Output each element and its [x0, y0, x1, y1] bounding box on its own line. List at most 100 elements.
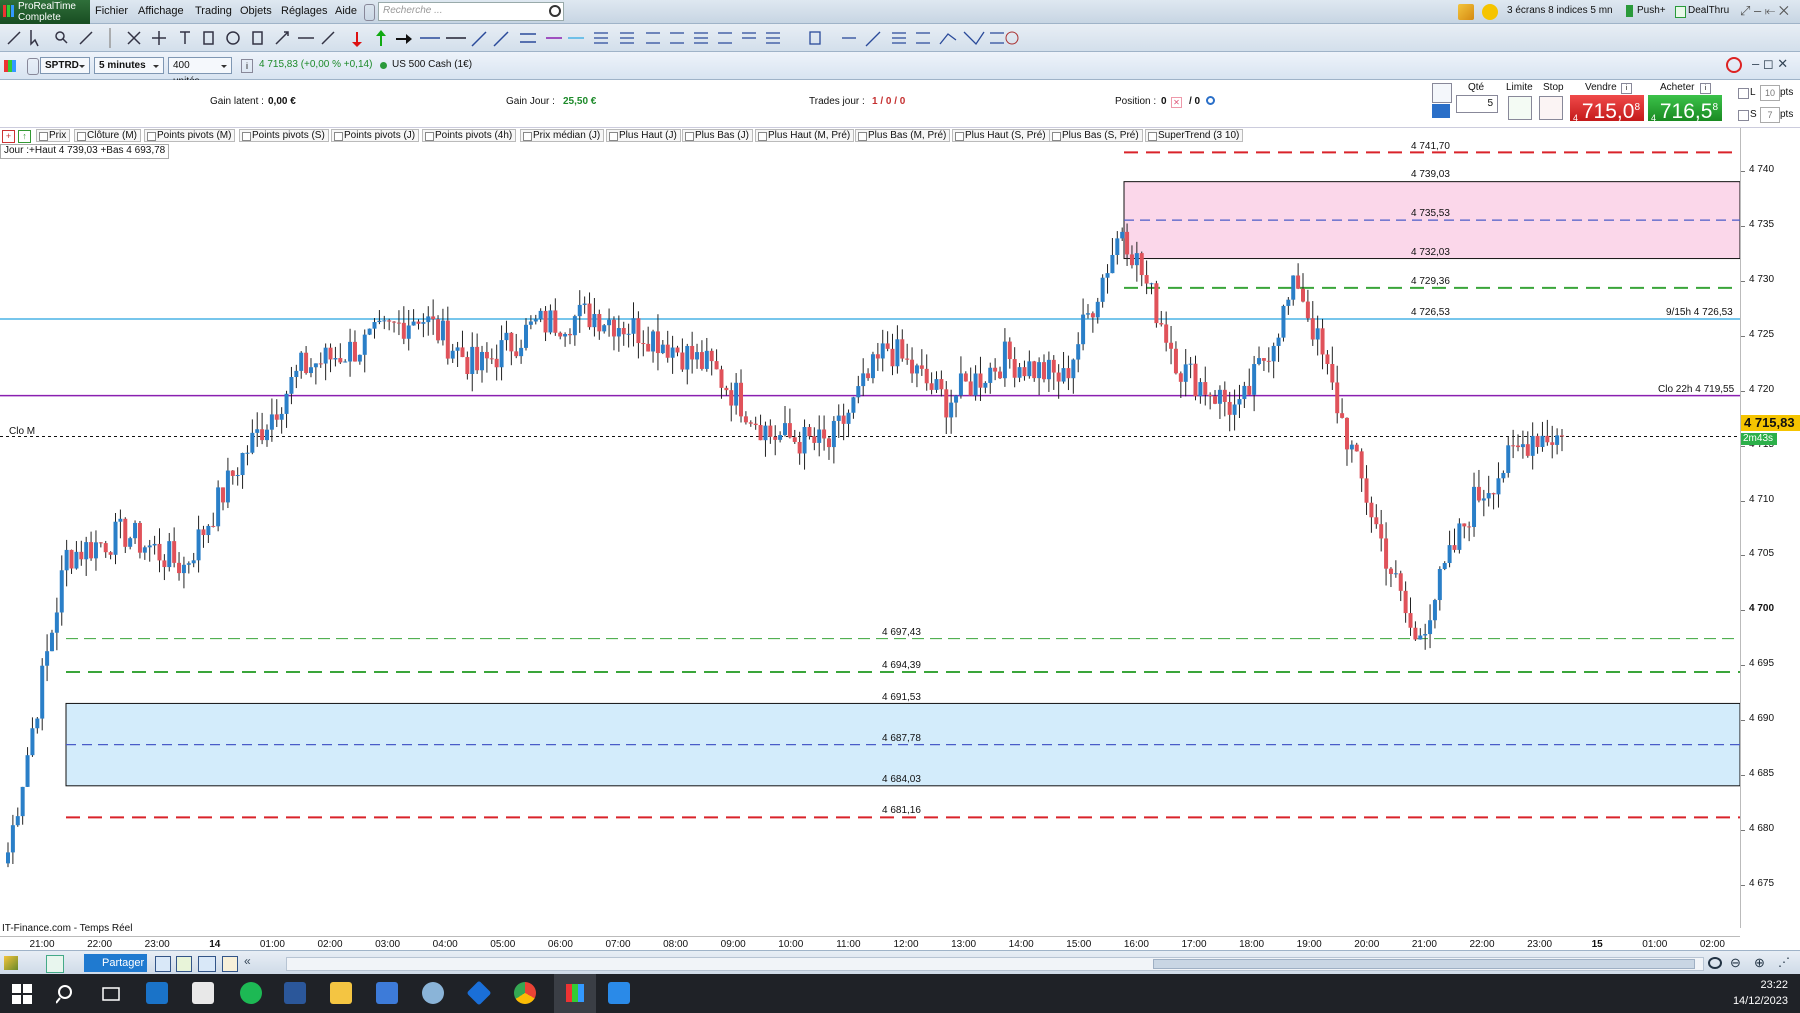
- close-position-icon[interactable]: ✕: [1171, 97, 1182, 108]
- limit-button[interactable]: [1508, 96, 1532, 120]
- indicator-prix[interactable]: Prix: [36, 129, 71, 142]
- share-button[interactable]: Partager: [84, 954, 147, 972]
- layout-selector[interactable]: 3 écrans 8 indices 5 mn: [1507, 5, 1613, 16]
- menu-affichage[interactable]: Affichage: [138, 5, 184, 17]
- search-icon[interactable]: [549, 5, 561, 17]
- search-input[interactable]: Recherche ...: [378, 2, 564, 21]
- timeframe-select[interactable]: 5 minutes: [94, 57, 164, 74]
- settings-icon[interactable]: [222, 956, 238, 972]
- candle: [177, 552, 182, 581]
- info-icon[interactable]: i: [241, 59, 253, 73]
- chart-type-icon[interactable]: [4, 60, 16, 72]
- horizontal-scrollbar[interactable]: [286, 957, 1704, 971]
- limit-pts-input[interactable]: 10: [1760, 85, 1780, 101]
- scrollbar-thumb[interactable]: [1153, 959, 1695, 969]
- search-taskbar-icon[interactable]: [56, 984, 76, 1004]
- candle: [382, 315, 387, 330]
- code-app-icon[interactable]: [466, 980, 492, 1006]
- sell-button[interactable]: 4 715,08: [1570, 95, 1644, 123]
- sell-info-icon[interactable]: i: [1621, 83, 1632, 94]
- menu-trading[interactable]: Trading: [195, 5, 232, 17]
- window-controls-icon[interactable]: ⤢ – ⇤ ✕: [1740, 3, 1789, 19]
- stop-pts-input[interactable]: 7: [1760, 107, 1780, 123]
- buy-button[interactable]: 4 716,58: [1648, 95, 1722, 123]
- zoom-fit-icon[interactable]: [1708, 957, 1722, 969]
- indicator-plus-haut-s-pre[interactable]: Plus Haut (S, Pré): [952, 129, 1050, 142]
- indicator-pivots-4h[interactable]: Points pivots (4h): [422, 129, 517, 142]
- add-chart-icon[interactable]: [46, 955, 64, 973]
- chart-tool-icon[interactable]: [4, 956, 18, 970]
- order-tool-icon[interactable]: [1432, 83, 1452, 103]
- price-tick-mark: [1741, 555, 1745, 557]
- window-icon[interactable]: [198, 956, 216, 972]
- indicator-plus-haut-m-pre[interactable]: Plus Haut (M, Pré): [755, 129, 855, 142]
- gear-app-icon[interactable]: [422, 982, 444, 1004]
- screenshot-icon[interactable]: [155, 956, 171, 972]
- search-toggle-icon[interactable]: [364, 4, 375, 21]
- candle: [1007, 337, 1012, 369]
- dealthru-button[interactable]: DealThru: [1688, 5, 1729, 16]
- store-icon[interactable]: [146, 982, 168, 1004]
- paint-icon[interactable]: [608, 982, 630, 1004]
- up-arrow-icon[interactable]: ↑: [18, 130, 31, 143]
- indicator-pivots-m[interactable]: Points pivots (M): [144, 129, 236, 142]
- add-indicator-icon[interactable]: +: [2, 130, 15, 143]
- stop-pts-checkbox[interactable]: [1738, 110, 1749, 121]
- indicator-plus-bas-m-pre[interactable]: Plus Bas (M, Pré): [855, 129, 951, 142]
- orders-icon[interactable]: [1206, 96, 1215, 105]
- refresh-icon[interactable]: [1726, 57, 1742, 73]
- qty-input[interactable]: 5: [1456, 95, 1498, 113]
- indicator-cloture-m[interactable]: Clôture (M): [74, 129, 142, 142]
- units-select[interactable]: 400 unités: [168, 57, 232, 87]
- menu-objets[interactable]: Objets: [240, 5, 272, 17]
- chart-window-controls-icon[interactable]: – ◻ ✕: [1752, 56, 1788, 72]
- candle: [1452, 528, 1457, 553]
- time-axis[interactable]: 21:00 22:00 23:00 14 01:00 02:00 03:00 04:00 05:…: [0, 936, 1740, 951]
- files-icon[interactable]: [192, 982, 214, 1004]
- limit-pts-checkbox[interactable]: [1738, 88, 1749, 99]
- indicator-plus-haut-j[interactable]: Plus Haut (J): [606, 129, 681, 142]
- candle: [377, 310, 382, 325]
- zoom-settings-icon[interactable]: ⋰: [1778, 955, 1790, 969]
- indicator-plus-bas-j[interactable]: Plus Bas (J): [682, 129, 753, 142]
- explorer-icon[interactable]: [330, 982, 352, 1004]
- candle: [1198, 378, 1203, 404]
- indicator-prix-median-j[interactable]: Prix médian (J): [520, 129, 605, 142]
- symbol-select[interactable]: SPTRD: [40, 57, 90, 74]
- drawing-tools-icons[interactable]: [0, 24, 1020, 52]
- zoom-in-icon[interactable]: ⊕: [1754, 955, 1765, 971]
- candle: [1188, 356, 1193, 379]
- candle: [1110, 238, 1115, 274]
- prorealtime-taskbar-button[interactable]: [554, 974, 596, 1013]
- export-icon[interactable]: [176, 956, 192, 972]
- lock-icon[interactable]: [27, 58, 39, 75]
- keyboard-icon[interactable]: [1432, 104, 1450, 118]
- level-label: 4 691,53: [882, 692, 921, 703]
- menu-reglages[interactable]: Réglages: [281, 5, 327, 17]
- alert-icon[interactable]: [1458, 4, 1474, 20]
- indicator-plus-bas-s-pre[interactable]: Plus Bas (S, Pré): [1049, 129, 1143, 142]
- scroll-left-icon[interactable]: «: [244, 954, 251, 968]
- push-button[interactable]: Push+: [1637, 5, 1666, 16]
- price-chart[interactable]: [0, 128, 1740, 928]
- candle: [968, 367, 973, 396]
- stop-button[interactable]: [1539, 96, 1563, 120]
- menu-fichier[interactable]: Fichier: [95, 5, 128, 17]
- level-label: 4 687,78: [882, 733, 921, 744]
- purple-line-label: Clo 22h 4 719,55: [1658, 384, 1735, 395]
- indicator-pivots-s[interactable]: Points pivots (S): [239, 129, 329, 142]
- price-axis[interactable]: 4 7404 7354 7304 7254 7204 7154 7104 705…: [1740, 128, 1800, 928]
- chrome-icon[interactable]: [514, 982, 536, 1004]
- start-icon[interactable]: [12, 984, 32, 1004]
- indicator-supertrend[interactable]: SuperTrend (3 10): [1145, 129, 1244, 142]
- indicator-pivots-j[interactable]: Points pivots (J): [331, 129, 420, 142]
- task-view-icon[interactable]: [101, 984, 121, 1004]
- word-icon[interactable]: [284, 982, 306, 1004]
- notification-icon[interactable]: [1482, 4, 1498, 20]
- buy-info-icon[interactable]: i: [1700, 83, 1711, 94]
- calculator-icon[interactable]: [376, 982, 398, 1004]
- zoom-out-icon[interactable]: ⊖: [1730, 955, 1741, 971]
- candle: [133, 520, 138, 544]
- spotify-icon[interactable]: [240, 982, 262, 1004]
- menu-aide[interactable]: Aide: [335, 5, 357, 17]
